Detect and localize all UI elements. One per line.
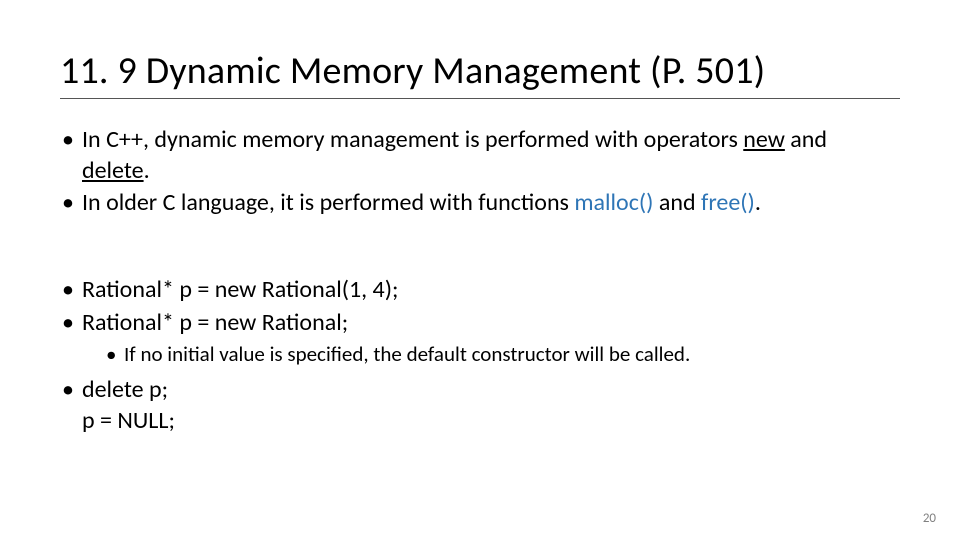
code-line: p = NULL; [82,406,900,437]
spacer [60,221,900,249]
text: and [785,125,827,154]
code-line: delete p; [82,375,168,404]
text: and [653,188,701,217]
func-malloc: malloc() [574,188,653,217]
page-number: 20 [923,511,936,526]
bullet-item: In C++, dynamic memory management is per… [60,125,900,186]
keyword-new: new [743,125,785,154]
text: In C++, dynamic memory management is per… [82,125,743,154]
bullet-item: Rational* p = new Rational; If no initia… [60,308,900,368]
slide-title: 11. 9 Dynamic Memory Management (P. 501) [60,48,900,99]
bullet-item: delete p; p = NULL; [60,375,900,436]
func-free: free() [701,188,755,217]
code-line: Rational* p = new Rational; [82,308,348,337]
bullet-item: Rational* p = new Rational(1, 4); [60,275,900,306]
code-line: Rational* p = new Rational(1, 4); [82,275,398,304]
bullet-list: Rational* p = new Rational(1, 4); Ration… [60,275,900,437]
keyword-delete: delete [82,156,144,185]
sub-bullet-item: If no initial value is specified, the de… [82,341,900,368]
bullet-list: In C++, dynamic memory management is per… [60,125,900,219]
bullet-item: In older C language, it is performed wit… [60,188,900,219]
text: If no initial value is specified, the de… [124,341,690,367]
text: . [755,188,761,217]
text: . [144,156,150,185]
slide: 11. 9 Dynamic Memory Management (P. 501)… [0,0,960,540]
sub-bullet-list: If no initial value is specified, the de… [82,341,900,368]
text: In older C language, it is performed wit… [82,188,574,217]
